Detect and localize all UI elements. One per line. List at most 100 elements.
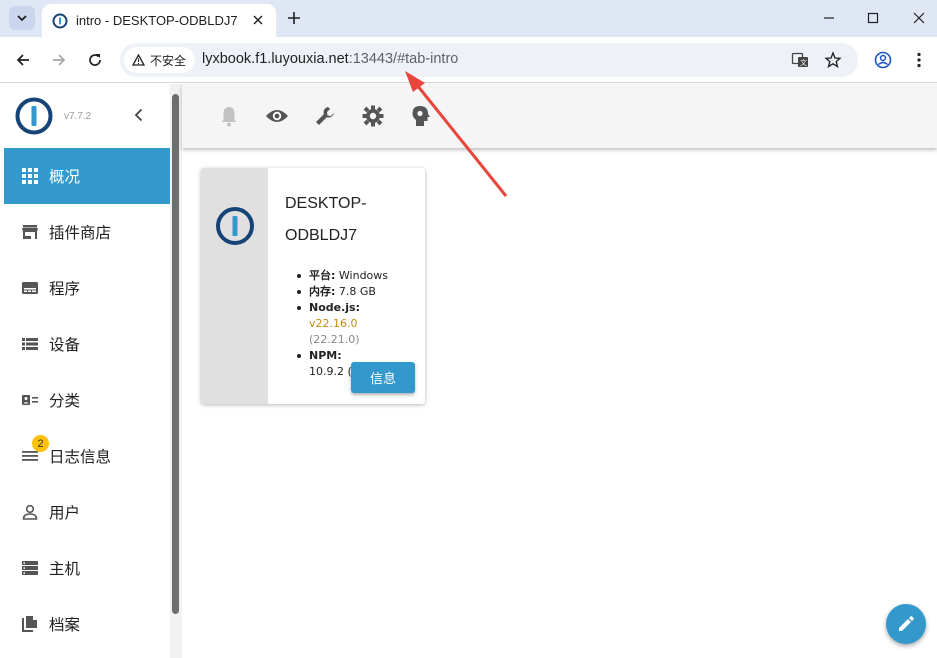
- close-icon: [253, 15, 263, 25]
- profile-icon: [874, 51, 892, 69]
- iobroker-logo-icon: [216, 207, 254, 245]
- iobroker-admin: v7.7.2 概况 插件商店 程序 设备 分类 2 日志信息 用户 主机 档案 …: [0, 84, 937, 658]
- arrow-right-icon: [53, 54, 66, 66]
- chevron-left-icon: [134, 108, 142, 122]
- profile-button[interactable]: [872, 49, 894, 71]
- edit-button[interactable]: [886, 604, 926, 644]
- sidebar-menu: 概况 插件商店 程序 设备 分类 2 日志信息 用户 主机 档案: [4, 148, 170, 652]
- sidebar-item-label: 概况: [49, 168, 81, 186]
- instances-icon: [20, 278, 40, 298]
- sidebar-item-label: 主机: [49, 560, 81, 578]
- url-text[interactable]: lyxbook.f1.luyouxia.net:13443/#tab-intro: [202, 51, 458, 67]
- sidebar-item-label: 档案: [49, 616, 81, 634]
- minimize-icon: [824, 17, 834, 19]
- sidebar-item-enums[interactable]: 分类: [4, 372, 170, 428]
- info-button[interactable]: 信息: [351, 362, 415, 393]
- nodejs-row: Node.js: v22.16.0 (22.21.0): [297, 300, 419, 348]
- host-card: DESKTOP-ODBLDJ7 平台: Windows 内存: 7.8 GB N…: [201, 168, 425, 404]
- iobroker-logo-icon: [15, 97, 53, 135]
- reload-icon: [89, 54, 101, 66]
- app-toolbar: [182, 84, 937, 148]
- sidebar-item-users[interactable]: 用户: [4, 484, 170, 540]
- arrow-left-icon: [16, 54, 29, 66]
- browser-tab-bar: intro - DESKTOP-ODBLDJ7: [0, 0, 937, 37]
- grid-icon: [20, 166, 40, 186]
- system-settings-button[interactable]: [313, 104, 337, 128]
- maximize-button[interactable]: [860, 6, 886, 30]
- pencil-icon: [899, 616, 914, 631]
- warning-icon: [132, 54, 145, 66]
- memory-row: 内存: 7.8 GB: [297, 284, 419, 300]
- close-window-button[interactable]: [906, 6, 932, 30]
- platform-value: Windows: [338, 269, 389, 282]
- star-icon: [824, 51, 842, 69]
- memory-label: 内存:: [309, 285, 336, 298]
- sidebar-item-intro[interactable]: 概况: [4, 148, 170, 204]
- expert-head-icon: [412, 106, 430, 126]
- files-icon: [20, 614, 40, 634]
- address-bar[interactable]: 不安全 lyxbook.f1.luyouxia.net:13443/#tab-i…: [120, 43, 858, 77]
- host-card-image-area: [201, 168, 268, 404]
- close-icon: [913, 12, 925, 24]
- nodejs-latest-version: (22.21.0): [309, 333, 360, 346]
- sidebar-item-label: 分类: [49, 392, 81, 410]
- tab-close-button[interactable]: [250, 12, 266, 28]
- wrench-icon: [316, 107, 334, 125]
- sidebar-item-label: 插件商店: [49, 224, 112, 242]
- enum-icon: [20, 390, 40, 410]
- browser-toolbar: 不安全 lyxbook.f1.luyouxia.net:13443/#tab-i…: [0, 37, 937, 83]
- expert-mode-button[interactable]: [409, 104, 433, 128]
- store-icon: [20, 222, 40, 242]
- toggle-visibility-button[interactable]: [265, 104, 289, 128]
- host-name: DESKTOP-ODBLDJ7: [285, 195, 367, 244]
- bookmark-button[interactable]: [823, 50, 843, 70]
- sidebar-item-label: 设备: [49, 336, 81, 354]
- notifications-button[interactable]: [217, 104, 241, 128]
- sidebar-item-label: 日志信息: [49, 448, 112, 466]
- npm-label: NPM:: [309, 349, 342, 362]
- sidebar-item-logs[interactable]: 2 日志信息: [4, 428, 170, 484]
- sidebar-item-label: 用户: [49, 504, 81, 522]
- sidebar-item-adapters[interactable]: 插件商店: [4, 204, 170, 260]
- tab-title: intro - DESKTOP-ODBLDJ7: [76, 13, 238, 28]
- sidebar-header: v7.7.2: [0, 84, 172, 148]
- url-path: :13443/#tab-intro: [348, 51, 459, 67]
- tab-search-button[interactable]: [9, 6, 35, 30]
- back-button[interactable]: [12, 49, 34, 71]
- settings-button[interactable]: [361, 104, 385, 128]
- sidebar-scrollbar-thumb[interactable]: [172, 94, 179, 614]
- gear-icon: [362, 105, 384, 127]
- platform-row: 平台: Windows: [297, 268, 419, 284]
- version-label: v7.7.2: [64, 111, 92, 122]
- sidebar-item-hosts[interactable]: 主机: [4, 540, 170, 596]
- platform-label: 平台:: [309, 269, 336, 282]
- nodejs-label: Node.js:: [309, 301, 360, 314]
- sidebar-item-instances[interactable]: 程序: [4, 260, 170, 316]
- minimize-button[interactable]: [816, 6, 842, 30]
- sidebar-item-objects[interactable]: 设备: [4, 316, 170, 372]
- iobroker-favicon-icon: [52, 13, 68, 28]
- chevron-down-icon: [17, 15, 27, 22]
- new-tab-button[interactable]: [284, 8, 304, 28]
- log-count-badge: 2: [32, 435, 49, 452]
- browser-tab[interactable]: intro - DESKTOP-ODBLDJ7: [42, 4, 276, 37]
- reload-button[interactable]: [84, 49, 106, 71]
- bell-icon: [221, 107, 237, 127]
- security-chip[interactable]: 不安全: [124, 47, 196, 73]
- sidebar-item-files[interactable]: 档案: [4, 596, 170, 652]
- url-host: lyxbook.f1.luyouxia.net: [202, 51, 349, 67]
- svg-text:文: 文: [800, 58, 807, 67]
- forward-button[interactable]: [48, 49, 70, 71]
- security-label: 不安全: [150, 53, 187, 68]
- plus-icon: [288, 12, 300, 24]
- translate-icon: 文: [791, 52, 808, 67]
- eye-icon: [266, 110, 288, 122]
- collapse-sidebar-button[interactable]: [130, 106, 146, 124]
- memory-value: 7.8 GB: [338, 285, 376, 298]
- browser-menu-button[interactable]: [908, 49, 930, 71]
- translate-button[interactable]: 文: [790, 50, 810, 70]
- sidebar: v7.7.2 概况 插件商店 程序 设备 分类 2 日志信息 用户 主机 档案: [0, 84, 172, 658]
- more-vert-icon: [917, 52, 921, 68]
- maximize-icon: [867, 12, 879, 24]
- sidebar-item-label: 程序: [49, 280, 81, 298]
